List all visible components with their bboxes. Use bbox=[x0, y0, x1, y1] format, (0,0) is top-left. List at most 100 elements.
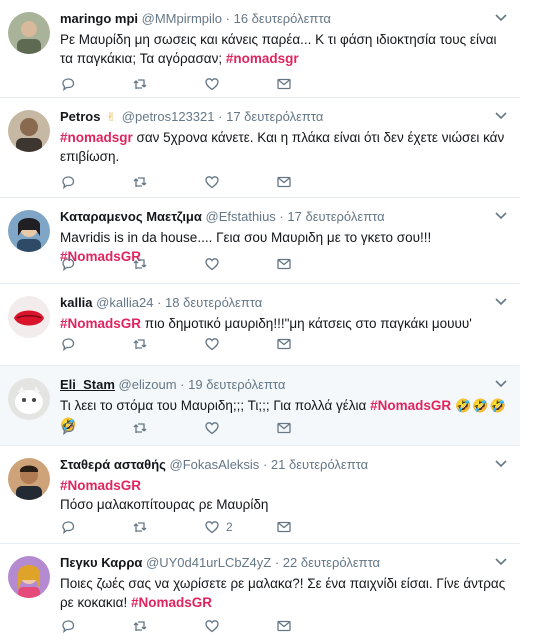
avatar[interactable] bbox=[8, 12, 50, 54]
display-name[interactable]: Σταθερά ασταθής bbox=[60, 457, 166, 472]
like-button[interactable] bbox=[204, 335, 276, 353]
tweet[interactable]: Eli_Stam @elizoum · 19 δευτερόλεπτα Τι λ… bbox=[0, 366, 520, 446]
reply-button[interactable] bbox=[60, 518, 132, 536]
chevron-down-icon[interactable] bbox=[494, 554, 508, 568]
like-icon bbox=[204, 420, 220, 436]
tweet-actions bbox=[60, 335, 348, 353]
timestamp[interactable]: 21 δευτερόλεπτα bbox=[271, 457, 368, 472]
tweet-text-part: Ποιες ζωές σας να χωρίσετε ρε μαλακα?! Σ… bbox=[60, 576, 506, 610]
display-name[interactable]: maringo mpi bbox=[60, 11, 138, 26]
like-icon bbox=[204, 519, 220, 535]
retweet-button[interactable] bbox=[132, 617, 204, 635]
reply-button[interactable] bbox=[60, 75, 132, 93]
tweet[interactable]: Petros ✌ @petros123321 · 17 δευτερόλεπτα… bbox=[0, 98, 520, 198]
chevron-down-icon[interactable] bbox=[494, 108, 508, 122]
like-icon bbox=[204, 174, 220, 190]
reply-icon bbox=[60, 618, 76, 634]
chevron-down-icon[interactable] bbox=[494, 376, 508, 390]
retweet-button[interactable] bbox=[132, 335, 204, 353]
tweet-actions bbox=[60, 419, 348, 437]
separator: · bbox=[262, 457, 268, 472]
retweet-button[interactable] bbox=[132, 75, 204, 93]
message-button[interactable] bbox=[276, 255, 348, 273]
hashtag-link[interactable]: #nomadsgr bbox=[60, 130, 133, 145]
retweet-button[interactable] bbox=[132, 419, 204, 437]
tweet-content: Πεγκυ Καρρα @UY0d41urLCbZ4yZ · 22 δευτερ… bbox=[60, 554, 510, 612]
avatar[interactable] bbox=[8, 110, 50, 152]
tweet-text-part: Πόσο μαλακοπίτουρας ρε Μαυρίδη bbox=[60, 497, 269, 512]
message-button[interactable] bbox=[276, 617, 348, 635]
tweet-text: #NomadsGR Πόσο μαλακοπίτουρας ρε Μαυρίδη bbox=[60, 476, 510, 514]
display-name[interactable]: kallia bbox=[60, 295, 93, 310]
timestamp[interactable]: 19 δευτερόλεπτα bbox=[188, 377, 285, 392]
like-icon bbox=[204, 336, 220, 352]
reply-button[interactable] bbox=[60, 419, 132, 437]
timestamp[interactable]: 16 δευτερόλεπτα bbox=[234, 11, 331, 26]
display-name[interactable]: Καταραμενος Μαετζιμα bbox=[60, 209, 202, 224]
tweet[interactable]: kallia @kallia24 · 18 δευτερόλεπτα #Noma… bbox=[0, 284, 520, 366]
retweet-button[interactable] bbox=[132, 255, 204, 273]
display-name[interactable]: Eli_Stam bbox=[60, 377, 115, 392]
message-button[interactable] bbox=[276, 173, 348, 191]
message-button[interactable] bbox=[276, 335, 348, 353]
avatar[interactable] bbox=[8, 210, 50, 252]
retweet-icon bbox=[132, 256, 148, 272]
like-button[interactable] bbox=[204, 419, 276, 437]
chevron-down-icon[interactable] bbox=[494, 456, 508, 470]
tweet[interactable]: Σταθερά ασταθής @FokasAleksis · 21 δευτε… bbox=[0, 446, 520, 544]
tweet[interactable]: Πεγκυ Καρρα @UY0d41urLCbZ4yZ · 22 δευτερ… bbox=[0, 544, 520, 641]
hashtag-link[interactable]: #NomadsGR bbox=[131, 595, 212, 610]
username[interactable]: @MMpirmpilo bbox=[142, 11, 222, 26]
chevron-down-icon[interactable] bbox=[494, 208, 508, 222]
display-name[interactable]: Petros bbox=[60, 109, 100, 124]
retweet-button[interactable] bbox=[132, 518, 204, 536]
reply-button[interactable] bbox=[60, 335, 132, 353]
reply-icon bbox=[60, 519, 76, 535]
hashtag-link[interactable]: #NomadsGR bbox=[60, 316, 141, 331]
username[interactable]: @elizoum bbox=[119, 377, 177, 392]
username[interactable]: @kallia24 bbox=[96, 295, 153, 310]
avatar[interactable] bbox=[8, 458, 50, 500]
hashtag-link[interactable]: #NomadsGR bbox=[60, 478, 141, 493]
username[interactable]: @UY0d41urLCbZ4yZ bbox=[146, 555, 271, 570]
avatar[interactable] bbox=[8, 378, 50, 420]
hashtag-link[interactable]: #NomadsGR bbox=[370, 398, 451, 413]
hashtag-link[interactable]: #nomadsgr bbox=[226, 51, 299, 66]
username[interactable]: @Efstathius bbox=[206, 209, 276, 224]
username[interactable]: @petros123321 bbox=[122, 109, 215, 124]
like-button[interactable]: 2 bbox=[204, 518, 276, 536]
chevron-down-icon[interactable] bbox=[494, 294, 508, 308]
like-button[interactable] bbox=[204, 173, 276, 191]
timestamp[interactable]: 18 δευτερόλεπτα bbox=[165, 295, 262, 310]
message-button[interactable] bbox=[276, 518, 348, 536]
retweet-button[interactable] bbox=[132, 173, 204, 191]
tweet[interactable]: maringo mpi @MMpirmpilo · 16 δευτερόλεπτ… bbox=[0, 0, 520, 98]
message-icon bbox=[276, 618, 292, 634]
display-name[interactable]: Πεγκυ Καρρα bbox=[60, 555, 142, 570]
tweet-content: Petros ✌ @petros123321 · 17 δευτερόλεπτα… bbox=[60, 108, 510, 166]
retweet-icon bbox=[132, 76, 148, 92]
tweet[interactable]: Καταραμενος Μαετζιμα @Efstathius · 17 δε… bbox=[0, 198, 520, 284]
tweet-header: maringo mpi @MMpirmpilo · 16 δευτερόλεπτ… bbox=[60, 10, 510, 28]
like-icon bbox=[204, 618, 220, 634]
like-button[interactable] bbox=[204, 255, 276, 273]
tweet-header: kallia @kallia24 · 18 δευτερόλεπτα bbox=[60, 294, 510, 312]
chevron-down-icon[interactable] bbox=[494, 10, 508, 24]
username[interactable]: @FokasAleksis bbox=[170, 457, 260, 472]
separator: · bbox=[279, 209, 284, 224]
tweet-text: Ποιες ζωές σας να χωρίσετε ρε μαλακα?! Σ… bbox=[60, 574, 510, 612]
timestamp[interactable]: 17 δευτερόλεπτα bbox=[287, 209, 384, 224]
like-button[interactable] bbox=[204, 617, 276, 635]
reply-button[interactable] bbox=[60, 617, 132, 635]
avatar[interactable] bbox=[8, 296, 50, 338]
avatar[interactable] bbox=[8, 556, 50, 598]
message-button[interactable] bbox=[276, 75, 348, 93]
message-icon bbox=[276, 519, 292, 535]
timestamp[interactable]: 22 δευτερόλεπτα bbox=[283, 555, 380, 570]
message-button[interactable] bbox=[276, 419, 348, 437]
message-icon bbox=[276, 420, 292, 436]
like-button[interactable] bbox=[204, 75, 276, 93]
timestamp[interactable]: 17 δευτερόλεπτα bbox=[226, 109, 323, 124]
reply-button[interactable] bbox=[60, 255, 132, 273]
reply-button[interactable] bbox=[60, 173, 132, 191]
